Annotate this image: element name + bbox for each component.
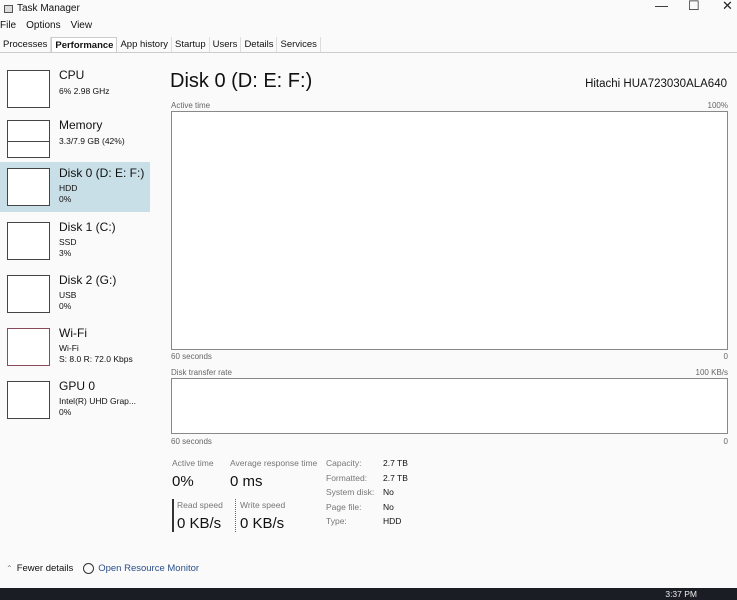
taskbar: 3:37 PM [0,588,737,600]
active-time-chart-min: 0 [723,352,728,361]
footer: ⌃ Fewer details Open Resource Monitor [6,563,199,574]
menu-options[interactable]: Options [26,20,60,31]
read-speed-value: 0 KB/s [177,515,222,532]
sidebar-item-disk-2[interactable]: Disk 2 (G:) USB 0% [0,269,150,319]
cpu-thumbnail [7,70,50,108]
minimize-button[interactable]: — [655,0,668,13]
tab-startup[interactable]: Startup [172,37,210,52]
maximize-button[interactable]: ☐ [688,0,700,14]
capacity-value: 2.7 TB [383,458,408,468]
transfer-rate-chart-xlabel: 60 seconds [171,437,212,446]
menu-view[interactable]: View [71,20,93,31]
formatted-label: Formatted: [326,472,368,483]
window-title: Task Manager [17,3,80,14]
sidebar-item-cpu[interactable]: CPU 6% 2.98 GHz [0,64,150,114]
sidebar-item-gpu-0[interactable]: GPU 0 Intel(R) UHD Grap... 0% [0,375,150,425]
task-manager-icon [4,4,13,13]
gpu-thumbnail [7,381,50,419]
tab-app-history[interactable]: App history [117,37,172,52]
sidebar-item-disk-1[interactable]: Disk 1 (C:) SSD 3% [0,216,150,266]
sidebar-item-disk-0[interactable]: Disk 0 (D: E: F:) HDD 0% [0,162,150,212]
fewer-details-button[interactable]: ⌃ Fewer details [6,563,73,574]
taskbar-clock[interactable]: 3:37 PM [665,589,697,599]
read-speed-label: Read speed [177,500,223,510]
title-bar: Task Manager [4,3,80,14]
item-name: Disk 1 (C:) [59,220,116,234]
menu-file[interactable]: File [0,20,16,31]
type-value: HDD [383,516,402,526]
item-value: 0% [59,301,72,311]
open-resource-monitor-link[interactable]: Open Resource Monitor [83,563,199,574]
disk0-thumbnail [7,168,50,206]
system-disk-label: System disk: [326,487,375,497]
write-speed-value: 0 KB/s [240,515,285,532]
transfer-rate-chart [171,378,728,434]
item-name: Disk 2 (G:) [59,273,117,287]
item-name: Memory [59,118,103,132]
item-value: 3% [59,248,72,258]
menu-bar: File Options View [0,20,92,31]
memory-thumbnail [7,120,50,158]
item-name: Wi-Fi [59,326,87,340]
chevron-up-icon: ⌃ [6,564,13,573]
write-speed-label: Write speed [240,500,286,510]
response-time-label: Average response time [230,458,318,468]
type-label: Type: [326,516,347,526]
active-time-chart [171,111,728,350]
page-file-value: No [383,501,394,512]
sidebar-item-wifi[interactable]: Wi-Fi Wi-Fi S: 8.0 R: 72.0 Kbps [0,322,150,372]
active-time-chart-label: Active time [171,101,211,110]
item-detail: SSD [59,237,77,247]
item-detail: Wi-Fi [59,343,79,353]
item-value: 0% [59,194,72,204]
item-detail: HDD [59,183,78,193]
fewer-details-label: Fewer details [16,563,74,574]
system-disk-value: No [383,487,394,497]
close-button[interactable]: ✕ [722,0,733,14]
item-name: Disk 0 (D: E: F:) [59,166,145,180]
tab-details[interactable]: Details [241,37,278,52]
response-time-value: 0 ms [230,473,263,490]
tab-performance[interactable]: Performance [51,37,118,52]
active-time-label: Active time [172,458,214,468]
tab-users[interactable]: Users [210,37,242,52]
transfer-rate-chart-max: 100 KB/s [695,368,728,377]
formatted-value: 2.7 TB [383,472,408,483]
disk-model: Hitachi HUA723030ALA640 [585,78,727,90]
disk-properties: Capacity: 2.7 TB Formatted: 2.7 TB System … [326,456,408,529]
page-title: Disk 0 (D: E: F:) [170,70,313,92]
active-time-value: 0% [172,473,194,490]
item-detail: Intel(R) UHD Grap... [59,396,136,406]
item-name: GPU 0 [59,379,96,393]
disk1-thumbnail [7,222,50,260]
capacity-label: Capacity: [326,458,362,468]
tab-services[interactable]: Services [277,37,321,52]
active-time-chart-max: 100% [707,101,728,110]
disk2-thumbnail [7,275,50,313]
sidebar-item-memory[interactable]: Memory 3.3/7.9 GB (42%) [0,114,150,164]
wifi-thumbnail [7,328,50,366]
item-detail: 6% 2.98 GHz [59,86,110,96]
active-time-chart-xlabel: 60 seconds [171,352,212,361]
write-speed-marker [235,499,236,532]
item-detail: USB [59,290,77,300]
item-value: S: 8.0 R: 72.0 Kbps [59,354,133,364]
page-file-label: Page file: [326,501,362,512]
transfer-rate-chart-min: 0 [723,437,728,446]
resource-monitor-icon [83,563,95,574]
item-value: 0% [59,407,72,417]
tab-processes[interactable]: Processes [0,37,52,52]
read-speed-marker [172,499,174,532]
item-detail: 3.3/7.9 GB (42%) [59,136,125,146]
transfer-rate-chart-label: Disk transfer rate [171,368,232,377]
tab-bar: Processes Performance App history Startu… [0,37,737,53]
item-name: CPU [59,68,85,82]
resource-monitor-label: Open Resource Monitor [98,563,200,574]
